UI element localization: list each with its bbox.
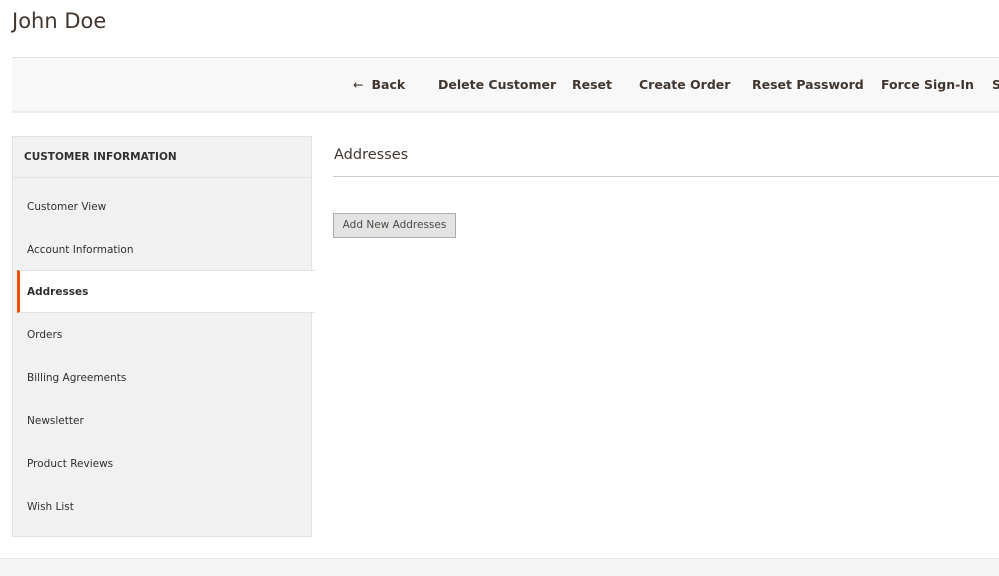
back-button[interactable]: ← Back [353, 77, 405, 92]
sidebar-item-newsletter[interactable]: Newsletter [13, 400, 311, 443]
reset-button[interactable]: Reset [572, 77, 612, 92]
delete-customer-button[interactable]: Delete Customer [438, 77, 556, 92]
customer-info-sidebar: CUSTOMER INFORMATION Customer View Accou… [12, 136, 315, 537]
page-title: John Doe [12, 9, 107, 33]
create-order-button[interactable]: Create Order [639, 77, 730, 92]
arrow-left-icon: ← [353, 77, 364, 92]
section-title: Addresses [334, 147, 409, 163]
sidebar-item-account-information[interactable]: Account Information [13, 229, 311, 272]
add-new-addresses-button[interactable]: Add New Addresses [333, 213, 456, 238]
sidebar-item-billing-agreements[interactable]: Billing Agreements [13, 357, 311, 400]
reset-password-button[interactable]: Reset Password [752, 77, 864, 92]
sidebar-item-addresses[interactable]: Addresses [17, 270, 315, 313]
sidebar-item-wish-list[interactable]: Wish List [13, 486, 311, 529]
sidebar-item-customer-view[interactable]: Customer View [13, 186, 311, 229]
sidebar-item-orders[interactable]: Orders [13, 314, 311, 357]
page-footer [0, 558, 999, 576]
save-button[interactable]: S [992, 77, 999, 92]
section-divider [333, 176, 999, 177]
sidebar-item-product-reviews[interactable]: Product Reviews [13, 443, 311, 486]
page-actions-toolbar: ← Back Delete Customer Reset Create Order… [12, 57, 999, 113]
sidebar-heading: CUSTOMER INFORMATION [13, 137, 311, 178]
force-sign-in-button[interactable]: Force Sign-In [881, 77, 974, 92]
